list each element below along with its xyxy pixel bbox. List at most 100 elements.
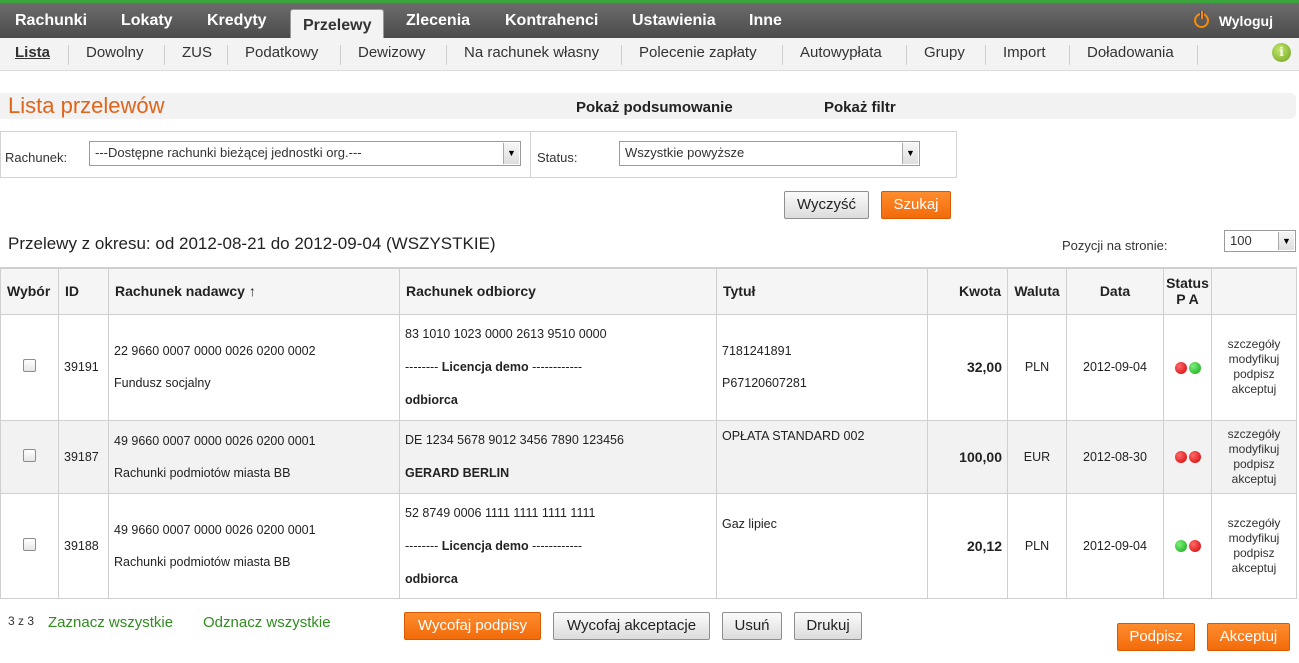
logout-label: Wyloguj bbox=[1218, 13, 1273, 29]
deselect-all-link[interactable]: Odznacz wszystkie bbox=[203, 614, 331, 631]
nav-inne[interactable]: Inne bbox=[749, 8, 782, 38]
accept-link[interactable]: akceptuj bbox=[1217, 382, 1291, 397]
nav-rachunki[interactable]: Rachunki bbox=[15, 8, 87, 38]
subnav-dowolny[interactable]: Dowolny bbox=[86, 38, 144, 71]
subnav-na-rachunek-wlasny[interactable]: Na rachunek własny bbox=[464, 38, 599, 71]
nav-kredyty[interactable]: Kredyty bbox=[207, 8, 267, 38]
recipient-license: Licencja demo bbox=[441, 538, 529, 553]
withdraw-acceptances-button[interactable]: Wycofaj akceptacje bbox=[553, 612, 710, 640]
row-select-cell bbox=[0, 419, 59, 494]
row-checkbox[interactable] bbox=[23, 537, 36, 551]
accept-link[interactable]: akceptuj bbox=[1217, 561, 1291, 576]
col-date[interactable]: Data bbox=[1066, 267, 1164, 315]
subnav-zus[interactable]: ZUS bbox=[182, 38, 212, 71]
col-amount[interactable]: Kwota bbox=[927, 267, 1008, 315]
account-select[interactable]: ---Dostępne rachunki bieżącej jednostki … bbox=[89, 141, 521, 166]
row-title: Gaz lipiec bbox=[716, 492, 928, 599]
row-amount: 32,00 bbox=[927, 313, 1008, 421]
subnav-grupy[interactable]: Grupy bbox=[924, 38, 965, 71]
row-checkbox[interactable] bbox=[23, 359, 36, 372]
row-status bbox=[1163, 313, 1212, 421]
recipient-dashes: ------------ bbox=[532, 360, 583, 374]
print-button[interactable]: Drukuj bbox=[794, 612, 862, 640]
col-currency[interactable]: Waluta bbox=[1007, 267, 1067, 315]
modify-link[interactable]: modyfikuj bbox=[1217, 352, 1291, 367]
modify-link[interactable]: modyfikuj bbox=[1217, 531, 1291, 546]
per-page-value: 100 bbox=[1230, 233, 1252, 248]
details-link[interactable]: szczegóły bbox=[1217, 337, 1291, 352]
row-currency: PLN bbox=[1007, 313, 1067, 421]
row-date: 2012-08-30 bbox=[1066, 419, 1164, 494]
row-select-cell bbox=[0, 492, 59, 599]
status-dot-red bbox=[1174, 451, 1187, 464]
details-link[interactable]: szczegóły bbox=[1217, 427, 1291, 442]
row-amount: 100,00 bbox=[927, 419, 1008, 494]
row-recipient: DE 1234 5678 9012 3456 7890 123456 GERAR… bbox=[399, 419, 717, 494]
status-select[interactable]: Wszystkie powyższe ▼ bbox=[619, 141, 920, 166]
recipient-name: -------- Licencja demo ------------ bbox=[405, 538, 711, 554]
logout-button[interactable]: Wyloguj bbox=[1193, 9, 1273, 35]
col-title[interactable]: Tytuł bbox=[716, 267, 928, 315]
filter-panel: Rachunek: ---Dostępne rachunki bieżącej … bbox=[0, 131, 957, 178]
row-amount: 20,12 bbox=[927, 492, 1008, 599]
status-dot-red bbox=[1188, 451, 1201, 464]
info-icon[interactable]: i bbox=[1272, 43, 1291, 62]
modify-link[interactable]: modyfikuj bbox=[1217, 442, 1291, 457]
row-id: 39188 bbox=[58, 492, 109, 599]
per-page-select[interactable]: 100 ▼ bbox=[1224, 230, 1296, 252]
status-label: Status: bbox=[537, 150, 578, 165]
recipient-account: 83 1010 1023 0000 2613 9510 0000 bbox=[405, 327, 607, 341]
row-currency: PLN bbox=[1007, 492, 1067, 599]
details-link[interactable]: szczegóły bbox=[1217, 516, 1291, 531]
select-all-link[interactable]: Zaznacz wszystkie bbox=[48, 614, 173, 631]
page-title: Lista przelewów bbox=[8, 93, 165, 118]
row-recipient: 52 8749 0006 1111 1111 1111 1111 -------… bbox=[399, 492, 717, 599]
sign-button[interactable]: Podpisz bbox=[1117, 623, 1195, 651]
separator bbox=[1069, 45, 1070, 65]
sign-link[interactable]: podpisz bbox=[1217, 457, 1291, 472]
subnav-dewizowy[interactable]: Dewizowy bbox=[358, 38, 426, 71]
subnav-polecenie-zaplaty[interactable]: Polecenie zapłaty bbox=[639, 38, 757, 71]
recipient-license: Licencja demo bbox=[441, 360, 529, 374]
subnav-import[interactable]: Import bbox=[1003, 38, 1046, 71]
nav-kontrahenci[interactable]: Kontrahenci bbox=[505, 8, 598, 38]
col-recipient[interactable]: Rachunek odbiorcy bbox=[399, 267, 717, 315]
separator bbox=[164, 45, 165, 65]
col-status-label: Status bbox=[1166, 275, 1209, 292]
main-nav: Rachunki Lokaty Kredyty Przelewy Zleceni… bbox=[0, 0, 1299, 42]
nav-lokaty[interactable]: Lokaty bbox=[121, 8, 173, 38]
sender-name: Rachunki podmiotów miasta BB bbox=[114, 554, 291, 569]
nav-ustawienia[interactable]: Ustawienia bbox=[632, 8, 716, 38]
row-id: 39191 bbox=[58, 313, 109, 421]
delete-button[interactable]: Usuń bbox=[722, 612, 782, 640]
col-id: ID bbox=[58, 267, 109, 315]
nav-zlecenia[interactable]: Zlecenia bbox=[406, 8, 470, 38]
transfers-table: Wybór ID Rachunek nadawcy ↑ Rachunek odb… bbox=[0, 267, 1297, 599]
accept-link[interactable]: akceptuj bbox=[1217, 472, 1291, 487]
table-row: 39191 22 9660 0007 0000 0026 0200 0002 F… bbox=[0, 313, 1297, 421]
search-button[interactable]: Szukaj bbox=[881, 191, 951, 219]
col-sender[interactable]: Rachunek nadawcy ↑ bbox=[108, 267, 400, 315]
title-line: OPŁATA STANDARD 002 bbox=[722, 428, 865, 443]
subnav-autowyplata[interactable]: Autowypłata bbox=[800, 38, 882, 71]
show-filter-link[interactable]: Pokaż filtr bbox=[824, 99, 896, 116]
account-select-value: ---Dostępne rachunki bieżącej jednostki … bbox=[95, 145, 362, 160]
accept-button[interactable]: Akceptuj bbox=[1207, 623, 1290, 651]
subnav-lista[interactable]: Lista bbox=[15, 38, 50, 71]
clear-button[interactable]: Wyczyść bbox=[784, 191, 869, 219]
separator bbox=[621, 45, 622, 65]
recipient-account: 52 8749 0006 1111 1111 1111 1111 bbox=[405, 505, 596, 520]
sender-name: Rachunki podmiotów miasta BB bbox=[114, 465, 291, 480]
subnav-podatkowy[interactable]: Podatkowy bbox=[245, 38, 318, 71]
row-date: 2012-09-04 bbox=[1066, 492, 1164, 599]
sign-link[interactable]: podpisz bbox=[1217, 367, 1291, 382]
withdraw-signatures-button[interactable]: Wycofaj podpisy bbox=[404, 612, 541, 640]
sign-link[interactable]: podpisz bbox=[1217, 546, 1291, 561]
row-actions: szczegóły modyfikuj podpisz akceptuj bbox=[1211, 313, 1297, 421]
subnav-doladowania[interactable]: Doładowania bbox=[1087, 38, 1174, 71]
power-icon bbox=[1193, 11, 1209, 28]
separator bbox=[1197, 45, 1198, 65]
show-summary-link[interactable]: Pokaż podsumowanie bbox=[576, 99, 733, 116]
divider bbox=[530, 132, 531, 177]
row-checkbox[interactable] bbox=[23, 448, 36, 462]
